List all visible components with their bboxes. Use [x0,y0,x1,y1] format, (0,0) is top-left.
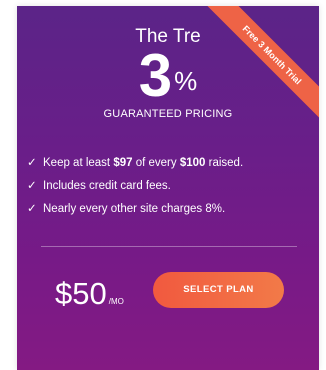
feature-item: ✓ Keep at least $97 of every $100 raised. [27,152,309,175]
guaranteed-pricing-label: GUARANTEED PRICING [103,108,233,120]
checkmark-icon: ✓ [27,157,37,169]
divider [41,246,297,247]
feature-text: Includes credit card fees. [43,180,171,192]
checkmark-icon: ✓ [27,180,37,192]
pricing-card: Free 3 Month Trial The Tre 3% GUARANTEED… [17,6,319,370]
checkmark-icon: ✓ [27,203,37,215]
feature-text: of every [132,157,180,169]
select-plan-button[interactable]: SELECT PLAN [153,272,284,308]
plan-rate: 3% [17,46,319,106]
feature-item: ✓ Includes credit card fees. [27,175,309,198]
feature-text: Nearly every other site charges 8%. [43,203,226,215]
rate-percent-symbol: % [174,66,198,96]
rate-number: 3 [138,42,173,109]
price-amount: $50 [55,276,107,311]
price-period: /MO [108,297,124,306]
feature-text: Keep at least [43,157,114,169]
feature-highlight-amount: $100 [179,157,206,169]
feature-item: ✓ Nearly every other site charges 8%. [27,198,309,221]
feature-highlight-amount: $97 [113,157,133,169]
feature-text: raised. [205,157,244,169]
plan-price: $50/MO [55,276,124,312]
feature-list: ✓ Keep at least $97 of every $100 raised.… [27,152,309,221]
